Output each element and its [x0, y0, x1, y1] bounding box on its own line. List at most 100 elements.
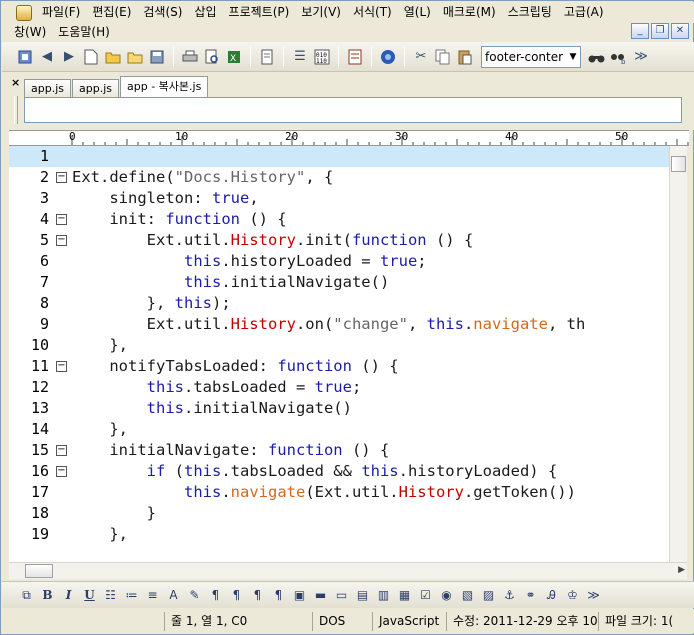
form-icon[interactable]: ▦: [394, 585, 415, 606]
horizontal-scroll-thumb[interactable]: [25, 564, 53, 578]
tab-app-js-1[interactable]: app.js: [24, 79, 71, 98]
edit-icon[interactable]: ✎: [184, 585, 205, 606]
new-file-icon[interactable]: [80, 46, 102, 68]
heading-4-icon[interactable]: ¶: [268, 585, 289, 606]
notes-icon[interactable]: [344, 46, 366, 68]
frame-icon[interactable]: ▣: [289, 585, 310, 606]
html-toolbar-more-icon[interactable]: ≫: [583, 585, 604, 606]
back-arrow-icon[interactable]: ◀: [36, 46, 58, 68]
tab-app-copy-js[interactable]: app - 복사본.js: [120, 76, 209, 98]
menu-insert[interactable]: 삽입: [190, 2, 224, 23]
menu-scripting[interactable]: 스크립팅: [504, 2, 560, 23]
code-line[interactable]: 13 this.initialNavigate(): [9, 398, 669, 419]
splitter-handle[interactable]: [14, 96, 18, 124]
horizontal-rule-icon[interactable]: ▬: [310, 585, 331, 606]
input-element-icon[interactable]: ▥: [373, 585, 394, 606]
menu-window[interactable]: 창(W): [2, 22, 54, 43]
code-line[interactable]: 4− init: function () {: [9, 209, 669, 230]
code-line[interactable]: 18 }: [9, 503, 669, 524]
code-line[interactable]: 16− if (this.tabsLoaded && this.historyL…: [9, 461, 669, 482]
replace-icon[interactable]: b: [608, 46, 630, 68]
checkbox-icon[interactable]: ☑: [415, 585, 436, 606]
special-char-icon[interactable]: ♔: [562, 585, 583, 606]
menu-macro[interactable]: 매크로(M): [439, 2, 504, 23]
fold-toggle-icon[interactable]: −: [56, 361, 67, 372]
open-folder-2-icon[interactable]: [124, 46, 146, 68]
code-line[interactable]: 15− initialNavigate: function () {: [9, 440, 669, 461]
menu-file[interactable]: 파일(F): [38, 2, 88, 23]
close-tab-icon[interactable]: ×: [11, 76, 20, 89]
html-toolbar-grip-icon[interactable]: ⧉: [16, 585, 37, 606]
fold-toggle-icon[interactable]: −: [56, 235, 67, 246]
menu-advanced[interactable]: 고급(A): [560, 2, 612, 23]
word-wrap-icon[interactable]: ☰: [289, 46, 311, 68]
code-line[interactable]: 14 },: [9, 419, 669, 440]
button-element-icon[interactable]: ▤: [352, 585, 373, 606]
anchor-text-icon[interactable]: A: [163, 585, 184, 606]
find-icon[interactable]: [586, 46, 608, 68]
vertical-scroll-thumb[interactable]: [671, 156, 686, 172]
forward-arrow-icon[interactable]: ▶: [58, 46, 80, 68]
code-line[interactable]: 8 }, this);: [9, 293, 669, 314]
browser-icon[interactable]: [377, 46, 399, 68]
print-preview-icon[interactable]: [201, 46, 223, 68]
document-icon[interactable]: [256, 46, 278, 68]
menu-edit[interactable]: 편집(E): [88, 2, 139, 23]
code-line[interactable]: 7 this.initialNavigate(): [9, 272, 669, 293]
code-line[interactable]: 19 },: [9, 524, 669, 545]
fold-toggle-icon[interactable]: −: [56, 445, 67, 456]
code-line[interactable]: 12 this.tabsLoaded = true;: [9, 377, 669, 398]
code-line[interactable]: 17 this.navigate(Ext.util.History.getTok…: [9, 482, 669, 503]
code-line[interactable]: 3 singleton: true,: [9, 188, 669, 209]
print-icon[interactable]: [179, 46, 201, 68]
image-icon[interactable]: ▧: [457, 585, 478, 606]
function-list-dropdown[interactable]: footer-conter ▼: [481, 45, 581, 68]
minimize-button[interactable]: _: [631, 23, 649, 39]
heading-3-icon[interactable]: ¶: [247, 585, 268, 606]
save-icon[interactable]: [146, 46, 168, 68]
fold-toggle-icon[interactable]: −: [56, 466, 67, 477]
spreadsheet-icon[interactable]: X: [223, 46, 245, 68]
app-icon[interactable]: [16, 4, 32, 21]
paste-icon[interactable]: [454, 46, 476, 68]
underline-icon[interactable]: U: [79, 585, 100, 606]
heading-2-icon[interactable]: ¶: [226, 585, 247, 606]
text-field-icon[interactable]: ▭: [331, 585, 352, 606]
fold-toggle-icon[interactable]: −: [56, 172, 67, 183]
bold-icon[interactable]: B: [37, 585, 58, 606]
font-icon[interactable]: Ꭿ: [541, 585, 562, 606]
copy-icon[interactable]: [432, 46, 454, 68]
tab-app-js-2[interactable]: app.js: [72, 79, 119, 98]
menu-project[interactable]: 프로젝트(P): [225, 2, 298, 23]
code-editor[interactable]: 1 2− Ext.define("Docs.History", {3 singlet…: [9, 146, 669, 562]
code-line[interactable]: 11− notifyTabsLoaded: function () {: [9, 356, 669, 377]
hex-mode-icon[interactable]: 010 110: [311, 46, 333, 68]
open-folder-icon[interactable]: [102, 46, 124, 68]
paragraph-icon[interactable]: ☷: [100, 585, 121, 606]
toolbar-options-icon[interactable]: [14, 46, 36, 68]
code-line[interactable]: 9 Ext.util.History.on("change", this.nav…: [9, 314, 669, 335]
numbered-list-icon[interactable]: ≡: [142, 585, 163, 606]
code-line[interactable]: 5− Ext.util.History.init(function () {: [9, 230, 669, 251]
heading-1-icon[interactable]: ¶: [205, 585, 226, 606]
code-line[interactable]: 6 this.historyLoaded = true;: [9, 251, 669, 272]
anchor-icon[interactable]: ⚓: [499, 585, 520, 606]
restore-button[interactable]: ❐: [651, 23, 669, 39]
code-line[interactable]: 10 },: [9, 335, 669, 356]
scroll-right-icon[interactable]: ▶: [678, 565, 685, 575]
menu-view[interactable]: 보기(V): [297, 2, 349, 23]
bullet-list-icon[interactable]: ≔: [121, 585, 142, 606]
close-button[interactable]: ✕: [671, 23, 689, 39]
menu-column[interactable]: 열(L): [400, 2, 439, 23]
radio-icon[interactable]: ◉: [436, 585, 457, 606]
menu-format[interactable]: 서식(T): [349, 2, 400, 23]
picture-icon[interactable]: ▨: [478, 585, 499, 606]
menu-search[interactable]: 검색(S): [139, 2, 190, 23]
italic-icon[interactable]: I: [58, 585, 79, 606]
link-icon[interactable]: ⚭: [520, 585, 541, 606]
menu-help[interactable]: 도움말(H): [54, 22, 118, 43]
code-line[interactable]: 2− Ext.define("Docs.History", {: [9, 167, 669, 188]
cut-icon[interactable]: ✂: [410, 46, 432, 68]
fold-toggle-icon[interactable]: −: [56, 214, 67, 225]
vertical-scrollbar[interactable]: [669, 146, 687, 562]
